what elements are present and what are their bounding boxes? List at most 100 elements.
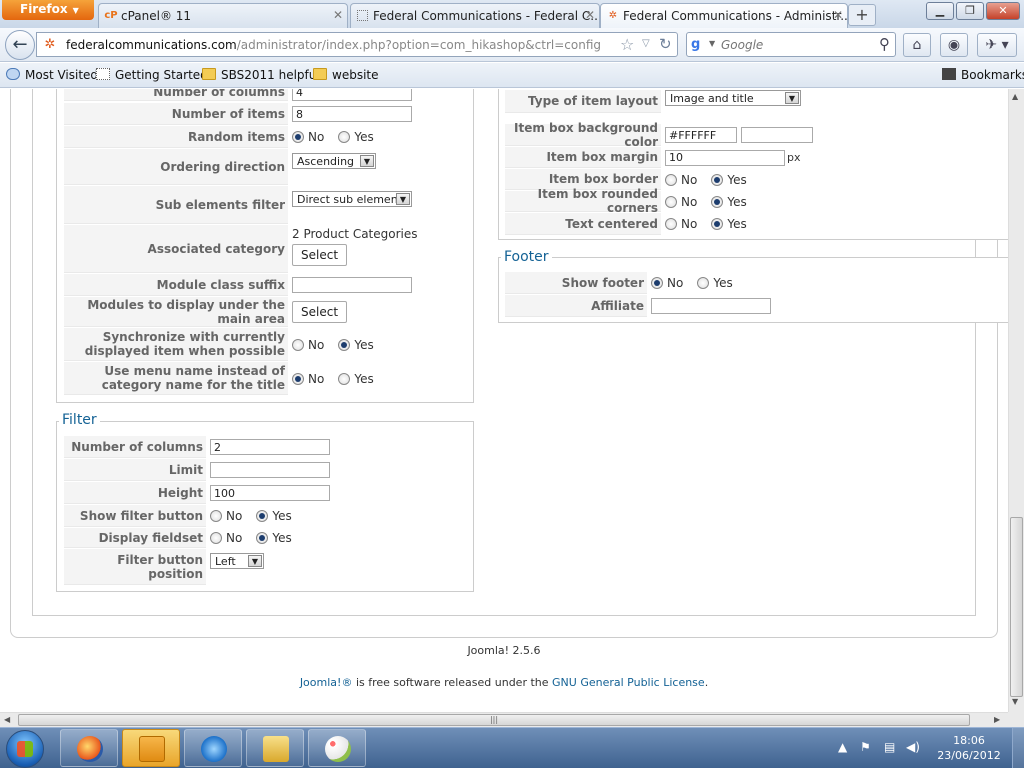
item-layout-type-select[interactable]: Image and title ▼: [665, 90, 801, 106]
taskbar-paint[interactable]: [308, 729, 366, 767]
text-centered-no-radio[interactable]: [665, 218, 677, 230]
bookmark-sbs2011-helpful[interactable]: SBS2011 helpful: [202, 68, 320, 82]
tab-federal-site[interactable]: Federal Communications - Federal C... ✕: [350, 3, 600, 28]
scroll-down-icon[interactable]: ▼: [1012, 697, 1018, 706]
joomla-link[interactable]: Joomla!®: [300, 676, 353, 689]
search-input[interactable]: [721, 36, 871, 53]
new-tab-button[interactable]: +: [848, 4, 876, 26]
use-menu-name-yes-radio[interactable]: [338, 372, 351, 385]
scroll-left-icon[interactable]: ◀: [4, 715, 10, 724]
bookmarks-menu-button[interactable]: Bookmarks: [942, 68, 1024, 82]
google-icon[interactable]: g: [691, 37, 709, 53]
bookmark-most-visited[interactable]: Most Visited: [6, 68, 98, 82]
reload-icon[interactable]: ↻: [659, 35, 672, 53]
taskbar-outlook[interactable]: [122, 729, 180, 767]
modules-select-button[interactable]: Select: [292, 301, 348, 323]
display-fieldset-no-radio[interactable]: [210, 532, 222, 544]
close-tab-icon[interactable]: ✕: [333, 8, 343, 22]
label-number-of-columns: Number of columns: [64, 89, 288, 101]
filter-columns-input[interactable]: [210, 439, 330, 455]
radio-label-yes: Yes: [713, 276, 733, 290]
bookmark-star-icon[interactable]: ☆: [620, 35, 634, 54]
show-footer-yes-radio[interactable]: [697, 277, 710, 289]
filter-legend: Filter: [59, 412, 100, 428]
tab-federal-admin[interactable]: ✲ Federal Communications - Administr... …: [600, 3, 848, 28]
filter-height-input[interactable]: [210, 485, 330, 501]
bookmark-website[interactable]: website: [313, 68, 379, 82]
show-desktop-button[interactable]: [1012, 728, 1024, 768]
taskbar-internet-explorer[interactable]: [184, 729, 242, 767]
select-value: Left: [215, 555, 236, 568]
search-bar[interactable]: g ▼ ⚲: [686, 32, 896, 57]
affiliate-input[interactable]: [651, 298, 771, 314]
filter-button-position-select[interactable]: Left ▼: [210, 553, 264, 569]
search-engine-dropdown-icon[interactable]: ▼: [709, 39, 715, 48]
number-of-items-input[interactable]: [292, 106, 412, 122]
eye-icon[interactable]: ◉: [940, 33, 968, 57]
row-sub-elements-filter: Sub elements filter Direct sub elements ▼: [64, 186, 412, 224]
home-icon[interactable]: ⌂: [903, 33, 931, 57]
folder-icon: [313, 68, 327, 80]
filter-limit-input[interactable]: [210, 462, 330, 478]
associated-category-select-button[interactable]: Select: [292, 244, 348, 266]
sub-elements-filter-select[interactable]: Direct sub elements ▼: [292, 191, 412, 207]
firefox-menu-button[interactable]: Firefox ▼: [2, 0, 94, 20]
row-show-footer: Show footer No Yes: [505, 272, 747, 294]
horizontal-scrollbar[interactable]: ◀ ||| ▶: [0, 712, 1008, 727]
history-dropdown-icon[interactable]: ▽: [642, 38, 650, 49]
gpl-license-link[interactable]: GNU General Public License: [552, 676, 705, 689]
item-box-bg-color-input[interactable]: [665, 127, 737, 143]
start-button[interactable]: [6, 730, 44, 768]
use-menu-name-no-radio[interactable]: [292, 372, 304, 385]
show-footer-no-radio[interactable]: [651, 277, 663, 289]
tab-cpanel[interactable]: cP cPanel® 11 ✕: [98, 3, 348, 28]
address-bar[interactable]: ✲ federalcommunications.com/administrato…: [36, 32, 678, 57]
display-fieldset-yes-radio[interactable]: [256, 532, 269, 544]
radio-label-yes: Yes: [354, 337, 374, 352]
action-center-icon[interactable]: ⚑: [860, 740, 871, 754]
scroll-up-icon[interactable]: ▲: [1012, 92, 1018, 101]
license-line: Joomla!® is free software released under…: [0, 676, 1008, 689]
bookmark-label: Getting Started: [115, 68, 208, 82]
item-box-border-yes-radio[interactable]: [711, 173, 724, 186]
item-box-bg-color-preview[interactable]: [741, 127, 813, 143]
browser-titlebar: Firefox ▼ cP cPanel® 11 ✕ Federal Communi…: [0, 0, 1024, 28]
system-clock[interactable]: 18:06 23/06/2012: [930, 733, 1008, 763]
vertical-scrollbar[interactable]: ▲ ▼: [1008, 89, 1024, 712]
random-items-no-radio[interactable]: [292, 131, 304, 143]
item-box-margin-input[interactable]: [665, 149, 785, 166]
url-text[interactable]: federalcommunications.com/administrator/…: [66, 38, 601, 52]
minimize-icon[interactable]: ▁: [926, 2, 954, 20]
show-filter-button-yes-radio[interactable]: [256, 510, 269, 522]
item-box-rounded-no-radio[interactable]: [665, 195, 677, 208]
synchronize-yes-radio[interactable]: [338, 338, 351, 351]
taskbar-firefox[interactable]: [60, 729, 118, 767]
radio-label-no: No: [226, 509, 243, 523]
chevron-down-icon: ▼: [360, 155, 374, 167]
back-arrow-icon[interactable]: ←: [5, 30, 35, 60]
close-window-icon[interactable]: ✕: [986, 2, 1020, 20]
item-box-rounded-yes-radio[interactable]: [711, 195, 724, 208]
restore-icon[interactable]: ❐: [956, 2, 984, 20]
random-items-yes-radio[interactable]: [338, 131, 351, 143]
horizontal-scroll-thumb[interactable]: |||: [18, 714, 970, 726]
show-hidden-icons-icon[interactable]: ▲: [838, 740, 847, 754]
item-box-border-no-radio[interactable]: [665, 173, 677, 186]
bookmark-getting-started[interactable]: Getting Started: [96, 68, 208, 82]
number-of-columns-input[interactable]: [292, 89, 412, 101]
close-tab-icon[interactable]: ✕: [585, 8, 595, 22]
addon-menu-icon[interactable]: ✈ ▾: [977, 33, 1017, 57]
close-tab-icon[interactable]: ✕: [833, 8, 843, 22]
scroll-right-icon[interactable]: ▶: [994, 715, 1000, 724]
volume-icon[interactable]: ◀): [906, 740, 920, 754]
text-centered-yes-radio[interactable]: [711, 218, 724, 230]
network-icon[interactable]: ▤: [884, 740, 895, 754]
show-filter-button-no-radio[interactable]: [210, 510, 222, 522]
module-class-suffix-input[interactable]: [292, 277, 412, 293]
taskbar-explorer[interactable]: [246, 729, 304, 767]
ordering-direction-select[interactable]: Ascending ▼: [292, 153, 376, 169]
search-icon[interactable]: ⚲: [879, 35, 890, 53]
radio-label-yes: Yes: [272, 509, 292, 523]
synchronize-no-radio[interactable]: [292, 338, 304, 351]
vertical-scroll-thumb[interactable]: [1010, 517, 1023, 697]
